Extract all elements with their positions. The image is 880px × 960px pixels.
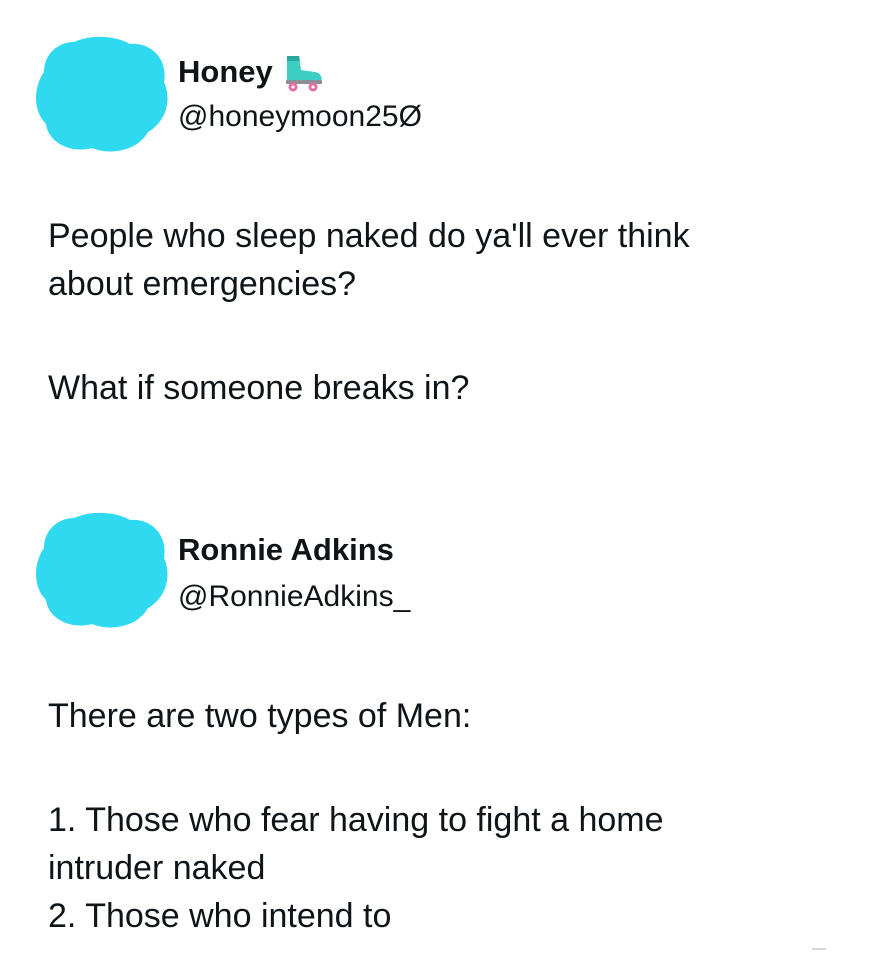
tweet-line: 1. Those who fear having to fight a home [48,801,664,839]
display-name-honey[interactable]: Honey [178,52,325,92]
scroll-indicator [812,948,826,950]
avatar-blob-icon [36,36,168,152]
tweet-line: There are two types of Men: [48,697,472,735]
tweet-line: about emergencies? [48,265,357,303]
avatar-blob-icon [36,512,168,628]
handle-ronnie[interactable]: @RonnieAdkins_ [178,580,410,614]
avatar-honey[interactable] [34,36,169,154]
display-name-text[interactable]: Honey [178,54,273,90]
tweet-text-honey: People who sleep naked do ya'll ever thi… [48,212,848,412]
avatar-ronnie[interactable] [34,512,169,630]
tweet-line: intruder naked [48,849,266,887]
tweet-text-ronnie: There are two types of Men: 1. Those who… [48,692,848,940]
tweet-line: What if someone breaks in? [48,369,470,407]
display-name-ronnie[interactable]: Ronnie Adkins [178,532,394,568]
handle-honey[interactable]: @honeymoon25Ø [178,100,422,134]
roller-skate-icon [279,52,325,92]
tweet-line: 2. Those who intend to [48,897,392,935]
display-name-text[interactable]: Ronnie Adkins [178,532,394,568]
tweet-line: People who sleep naked do ya'll ever thi… [48,217,690,255]
